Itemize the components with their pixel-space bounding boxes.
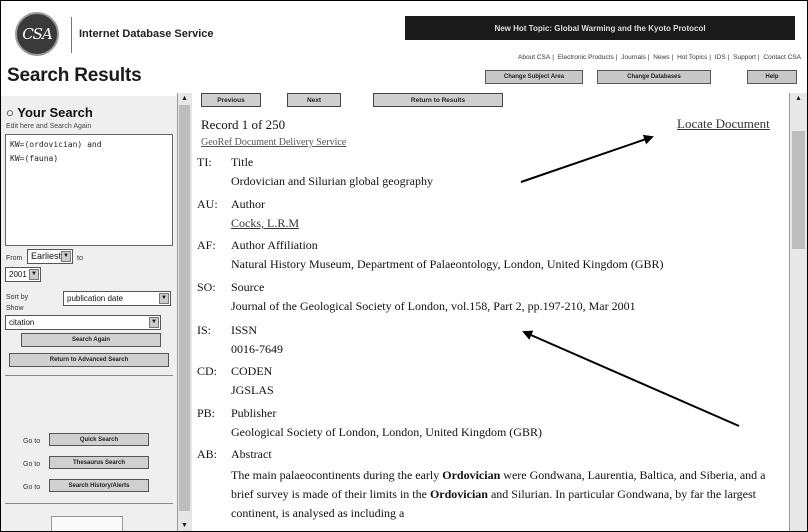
record-count: Record 1 of 250 [201,117,286,132]
scroll-down-icon[interactable]: ▼ [179,521,190,531]
top-link-news[interactable]: News [651,54,671,61]
sidebar-divider [5,375,173,376]
main-scroll-thumb[interactable] [792,131,805,249]
from-label: From [6,255,23,262]
top-links-bar: About CSA | Electronic Products | Journals… [516,54,803,61]
to-label: to [77,255,83,262]
top-link-hot-topics[interactable]: Hot Topics [675,54,709,61]
logo-divider [71,17,72,53]
goto-label: Go to [23,484,41,491]
sidebar-divider [5,503,173,504]
search-term-highlight: Ordovician [429,487,488,501]
from-select[interactable]: Earliest ▼ [27,249,73,264]
service-name: Internet Database Service [79,28,214,40]
sort-by-label: Sort by [6,294,29,301]
show-select[interactable]: citation ▼ [5,315,161,330]
change-subject-area-button[interactable]: Change Subject Area [485,70,583,84]
return-to-results-button[interactable]: Return to Results [373,93,503,107]
scroll-up-icon[interactable]: ▲ [793,94,804,104]
top-link-about[interactable]: About CSA [516,54,552,61]
top-link-journals[interactable]: Journals [619,54,648,61]
hot-topic-banner[interactable]: New Hot Topic: Global Warming and the Ky… [405,16,795,40]
author-link[interactable]: Cocks, L.R.M [231,216,299,231]
thesaurus-search-button[interactable]: Thesaurus Search [49,456,149,469]
sidebar-scrollbar[interactable]: ▲ ▼ [177,93,192,531]
chevron-down-icon: ▼ [159,293,169,304]
record-detail: Previous Next Return to Results Record 1… [193,91,789,531]
top-link-electronic-products[interactable]: Electronic Products [556,54,616,61]
quick-search-button[interactable]: Quick Search [49,433,149,446]
goto-label: Go to [23,438,41,445]
your-search-heading: ○ Your Search [6,105,93,120]
main-scrollbar[interactable]: ▲ [789,93,807,531]
csa-logo[interactable]: CSA [15,12,59,56]
abstract-text: The main palaeocontinents during the ear… [231,468,766,520]
search-term-highlight: Ordovician [442,468,501,482]
chevron-down-icon: ▼ [149,317,159,328]
chevron-down-icon: ▼ [61,251,71,262]
return-advanced-search-button[interactable]: Return to Advanced Search [9,353,169,367]
page-title: Search Results [7,65,142,86]
top-link-ids[interactable]: IDS [713,54,728,61]
goto-label: Go to [23,461,41,468]
title-value: Ordovician and Silurian global geography [231,174,433,188]
search-again-button[interactable]: Search Again [21,333,161,347]
top-link-contact[interactable]: Contact CSA [761,54,803,61]
locate-document-link[interactable]: Locate Document [677,116,770,132]
sort-by-select[interactable]: publication date ▼ [63,291,171,306]
scroll-up-icon[interactable]: ▲ [179,94,190,104]
help-button[interactable]: Help [747,70,797,84]
edit-hint: Edit here and Search Again [6,123,92,130]
sidebar-widget[interactable] [51,516,123,531]
previous-button[interactable]: Previous [201,93,261,107]
document-delivery-link[interactable]: GeoRef Document Delivery Service [201,137,346,148]
search-query-input[interactable]: KW=(ordovician) and KW=(fauna) [5,134,173,246]
field-abstract: AB: Abstract The main palaeocontinents d… [193,447,783,531]
to-select[interactable]: 2001 ▼ [5,267,41,282]
chevron-down-icon: ▼ [29,269,39,280]
search-history-button[interactable]: Search History/Alerts [49,479,149,492]
show-label: Show [6,305,24,312]
sidebar-scroll-thumb[interactable] [179,105,190,511]
change-databases-button[interactable]: Change Databases [597,70,711,84]
next-button[interactable]: Next [287,93,341,107]
search-sidebar: ○ Your Search Edit here and Search Again… [1,96,177,531]
top-link-support[interactable]: Support [731,54,758,61]
app-window: CSA Internet Database Service New Hot To… [0,0,808,532]
